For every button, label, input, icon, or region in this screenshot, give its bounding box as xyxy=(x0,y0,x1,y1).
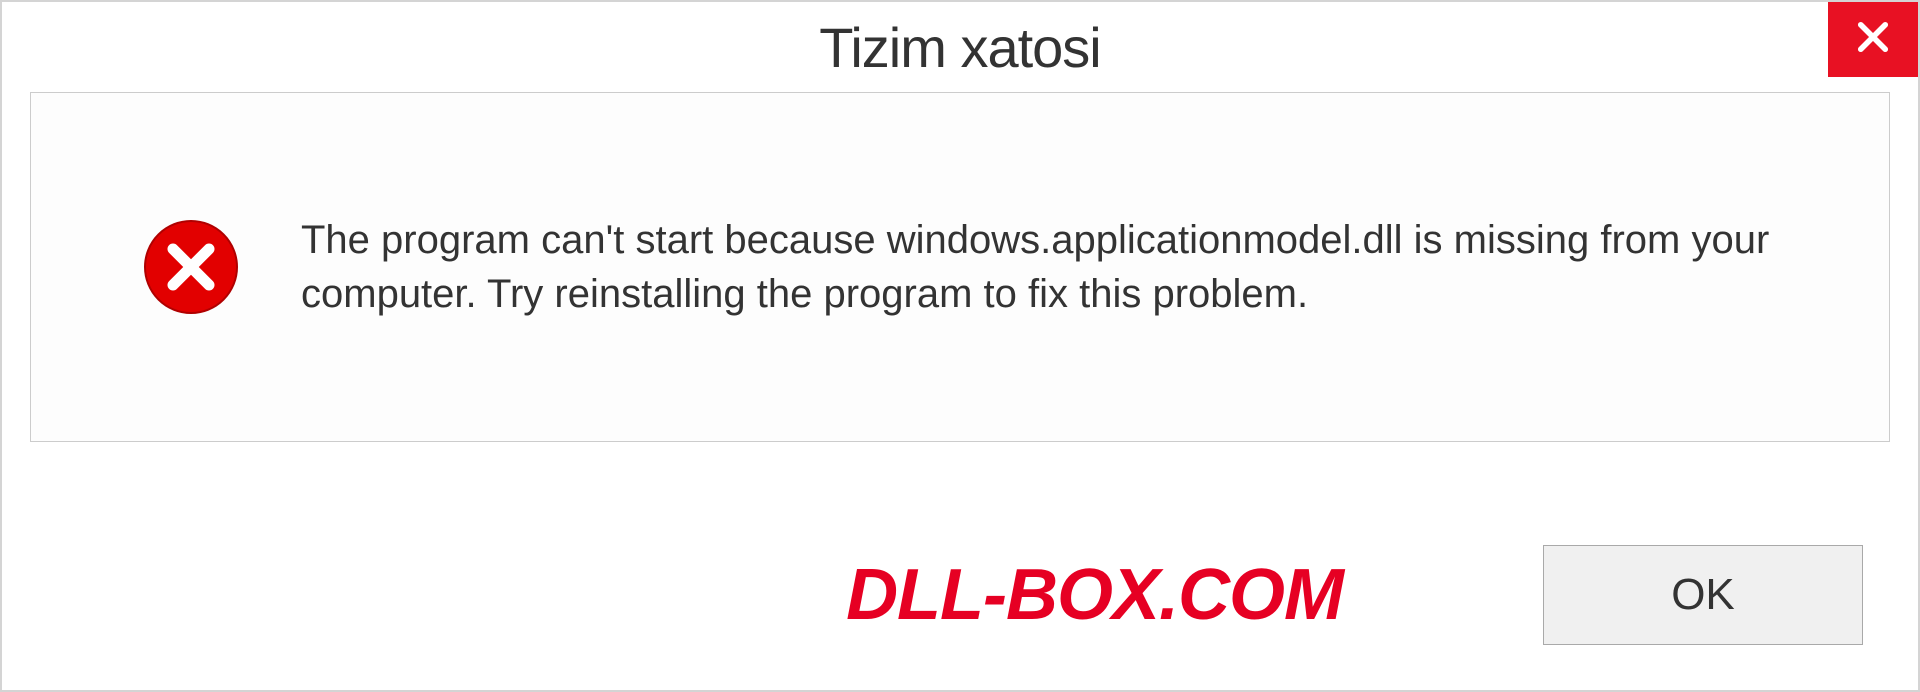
error-circle-x-icon xyxy=(141,217,241,317)
dialog-footer: DLL-BOX.COM OK xyxy=(2,500,1918,690)
ok-button[interactable]: OK xyxy=(1543,545,1863,645)
dialog-body: The program can't start because windows.… xyxy=(30,92,1890,442)
dialog-title: Tizim xatosi xyxy=(819,15,1101,80)
close-button[interactable] xyxy=(1828,2,1918,77)
titlebar: Tizim xatosi xyxy=(2,2,1918,92)
error-dialog: Tizim xatosi The program can't start bec… xyxy=(0,0,1920,692)
close-icon xyxy=(1852,16,1894,63)
watermark-text: DLL-BOX.COM xyxy=(30,554,1343,636)
error-message: The program can't start because windows.… xyxy=(301,213,1809,321)
